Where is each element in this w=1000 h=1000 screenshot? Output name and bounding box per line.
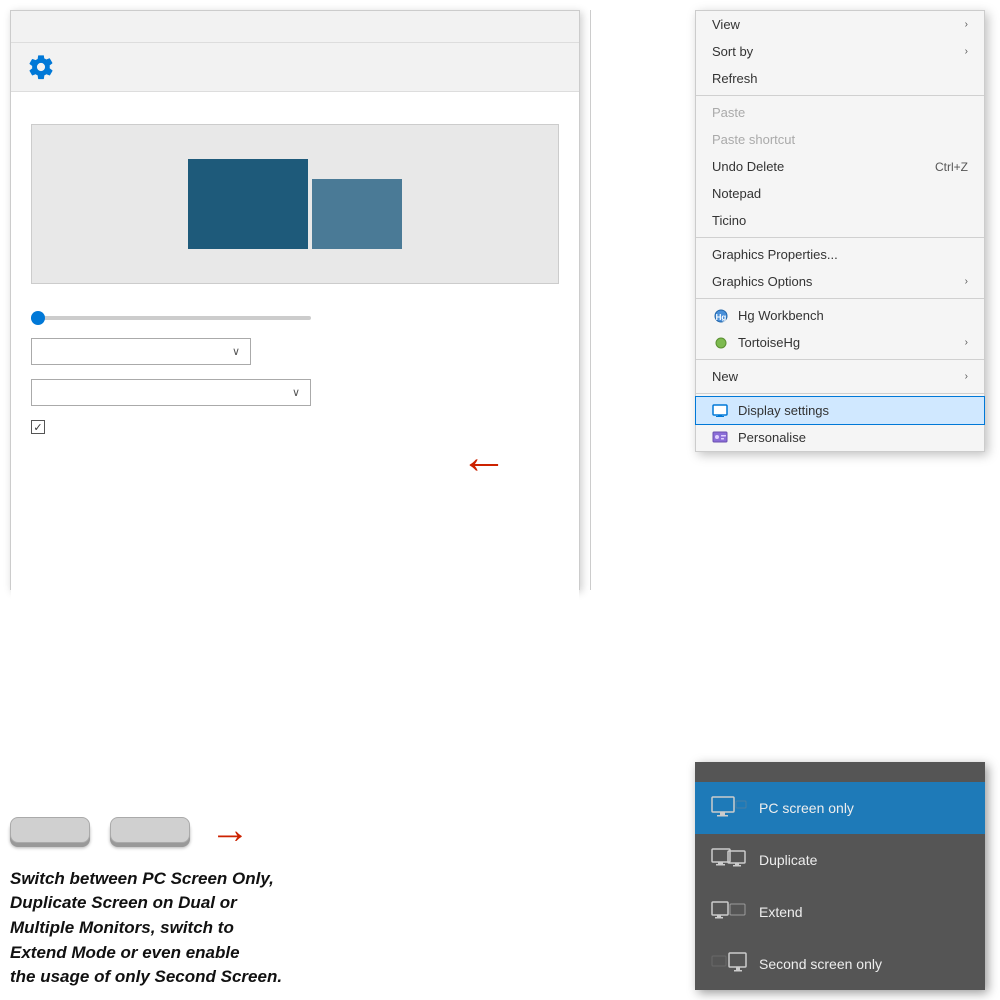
menu-label-graphics-options: Graphics Options: [712, 274, 812, 289]
instruction-text: Switch between PC Screen Only,Duplicate …: [10, 867, 430, 990]
project-panel: PC screen only Duplicate Extend Second s…: [695, 762, 985, 990]
gear-icon: [27, 53, 55, 81]
menu-chevron-graphics: ›: [965, 276, 968, 287]
duplicate-icon: [711, 848, 747, 872]
menu-label-hg: Hg Workbench: [738, 308, 824, 323]
orientation-dropdown[interactable]: ∨: [31, 338, 251, 365]
display-settings-left: Display settings: [712, 403, 829, 418]
extend-icon: [711, 900, 747, 924]
project-item-pc-only[interactable]: PC screen only: [695, 782, 985, 834]
project-label-duplicate: Duplicate: [759, 852, 817, 868]
menu-label-paste: Paste: [712, 105, 745, 120]
settings-content: ∨ ∨ ✓: [11, 92, 579, 606]
menu-item-graphics-properties[interactable]: Graphics Properties...: [696, 241, 984, 268]
pc-screen-only-icon: [711, 796, 747, 820]
project-header: [695, 762, 985, 782]
ctrl-key: [10, 817, 90, 843]
menu-item-graphics-options[interactable]: Graphics Options ›: [696, 268, 984, 295]
monitor-box: [188, 159, 402, 249]
checkbox-check: ✓: [33, 421, 42, 434]
context-menu: View › Sort by › Refresh Paste Paste sho…: [695, 10, 985, 452]
menu-label-personalise: Personalise: [738, 430, 806, 445]
maximize-button[interactable]: [535, 25, 547, 29]
scale-slider[interactable]: [31, 316, 311, 320]
menu-divider-4: [696, 359, 984, 360]
menu-chevron-sort: ›: [965, 46, 968, 57]
second-screen-only-icon: [711, 952, 747, 976]
p-key: [110, 817, 190, 843]
multiple-dropdown[interactable]: ∨: [31, 379, 311, 406]
project-label-second-only: Second screen only: [759, 956, 882, 972]
right-arrow: →: [210, 808, 250, 853]
monitor-1[interactable]: [188, 159, 308, 249]
monitor-2[interactable]: [312, 179, 402, 249]
menu-item-paste: Paste: [696, 99, 984, 126]
menu-item-sort[interactable]: Sort by ›: [696, 38, 984, 65]
keyboard-keys: →: [10, 808, 430, 853]
menu-label-notepad: Notepad: [712, 186, 761, 201]
display-settings-icon: [712, 404, 730, 418]
menu-label-refresh: Refresh: [712, 71, 758, 86]
menu-item-notepad[interactable]: Notepad: [696, 180, 984, 207]
arrow-to-context: →: [460, 430, 508, 485]
menu-chevron-tortoise: ›: [965, 337, 968, 348]
menu-label-undo-delete: Undo Delete: [712, 159, 784, 174]
menu-divider-2: [696, 237, 984, 238]
monitor-preview: [31, 124, 559, 284]
hg-icon: Hg: [712, 309, 730, 323]
menu-divider-1: [696, 95, 984, 96]
close-button[interactable]: [557, 25, 569, 29]
menu-chevron-view: ›: [965, 19, 968, 30]
window-controls: [513, 25, 569, 29]
menu-item-refresh[interactable]: Refresh: [696, 65, 984, 92]
orientation-arrow: ∨: [232, 345, 240, 358]
menu-item-view[interactable]: View ›: [696, 11, 984, 38]
menu-label-paste-shortcut: Paste shortcut: [712, 132, 795, 147]
menu-item-hg-workbench[interactable]: Hg Hg Workbench: [696, 302, 984, 329]
menu-item-new[interactable]: New ›: [696, 363, 984, 390]
project-label-pc-only: PC screen only: [759, 800, 854, 816]
menu-item-undo-delete[interactable]: Undo Delete Ctrl+Z: [696, 153, 984, 180]
menu-label-ticino: Ticino: [712, 213, 746, 228]
menu-label-tortoise: TortoiseHg: [738, 335, 800, 350]
menu-divider-3: [696, 298, 984, 299]
project-label-extend: Extend: [759, 904, 803, 920]
svg-text:Hg: Hg: [716, 313, 727, 322]
keyboard-section: → Switch between PC Screen Only,Duplicat…: [10, 808, 430, 990]
menu-label-display-settings: Display settings: [738, 403, 829, 418]
menu-label-sort: Sort by: [712, 44, 753, 59]
personalise-left: Personalise: [712, 430, 806, 445]
menu-label-view: View: [712, 17, 740, 32]
menu-label-graphics-properties: Graphics Properties...: [712, 247, 838, 262]
settings-window: ∨ ∨ ✓: [10, 10, 580, 590]
vertical-divider: [590, 10, 591, 590]
tortoise-left: TortoiseHg: [712, 335, 800, 350]
minimize-button[interactable]: [513, 25, 525, 29]
project-item-extend[interactable]: Extend: [695, 886, 985, 938]
project-item-second-only[interactable]: Second screen only: [695, 938, 985, 990]
multiple-arrow: ∨: [292, 386, 300, 399]
menu-chevron-new: ›: [965, 371, 968, 382]
menu-shortcut-undo: Ctrl+Z: [935, 160, 968, 174]
settings-header: [11, 43, 579, 92]
menu-item-display-settings[interactable]: Display settings: [696, 397, 984, 424]
hg-workbench-left: Hg Hg Workbench: [712, 308, 824, 323]
tortoise-icon: [712, 336, 730, 350]
scale-slider-thumb: [31, 311, 45, 325]
menu-item-tortoise[interactable]: TortoiseHg ›: [696, 329, 984, 356]
title-bar: [11, 11, 579, 43]
menu-item-paste-shortcut: Paste shortcut: [696, 126, 984, 153]
project-item-duplicate[interactable]: Duplicate: [695, 834, 985, 886]
personalise-icon: [712, 431, 730, 445]
menu-item-ticino[interactable]: Ticino: [696, 207, 984, 234]
menu-divider-5: [696, 393, 984, 394]
menu-label-new: New: [712, 369, 738, 384]
menu-item-personalise[interactable]: Personalise: [696, 424, 984, 451]
main-display-checkbox[interactable]: ✓: [31, 420, 45, 434]
